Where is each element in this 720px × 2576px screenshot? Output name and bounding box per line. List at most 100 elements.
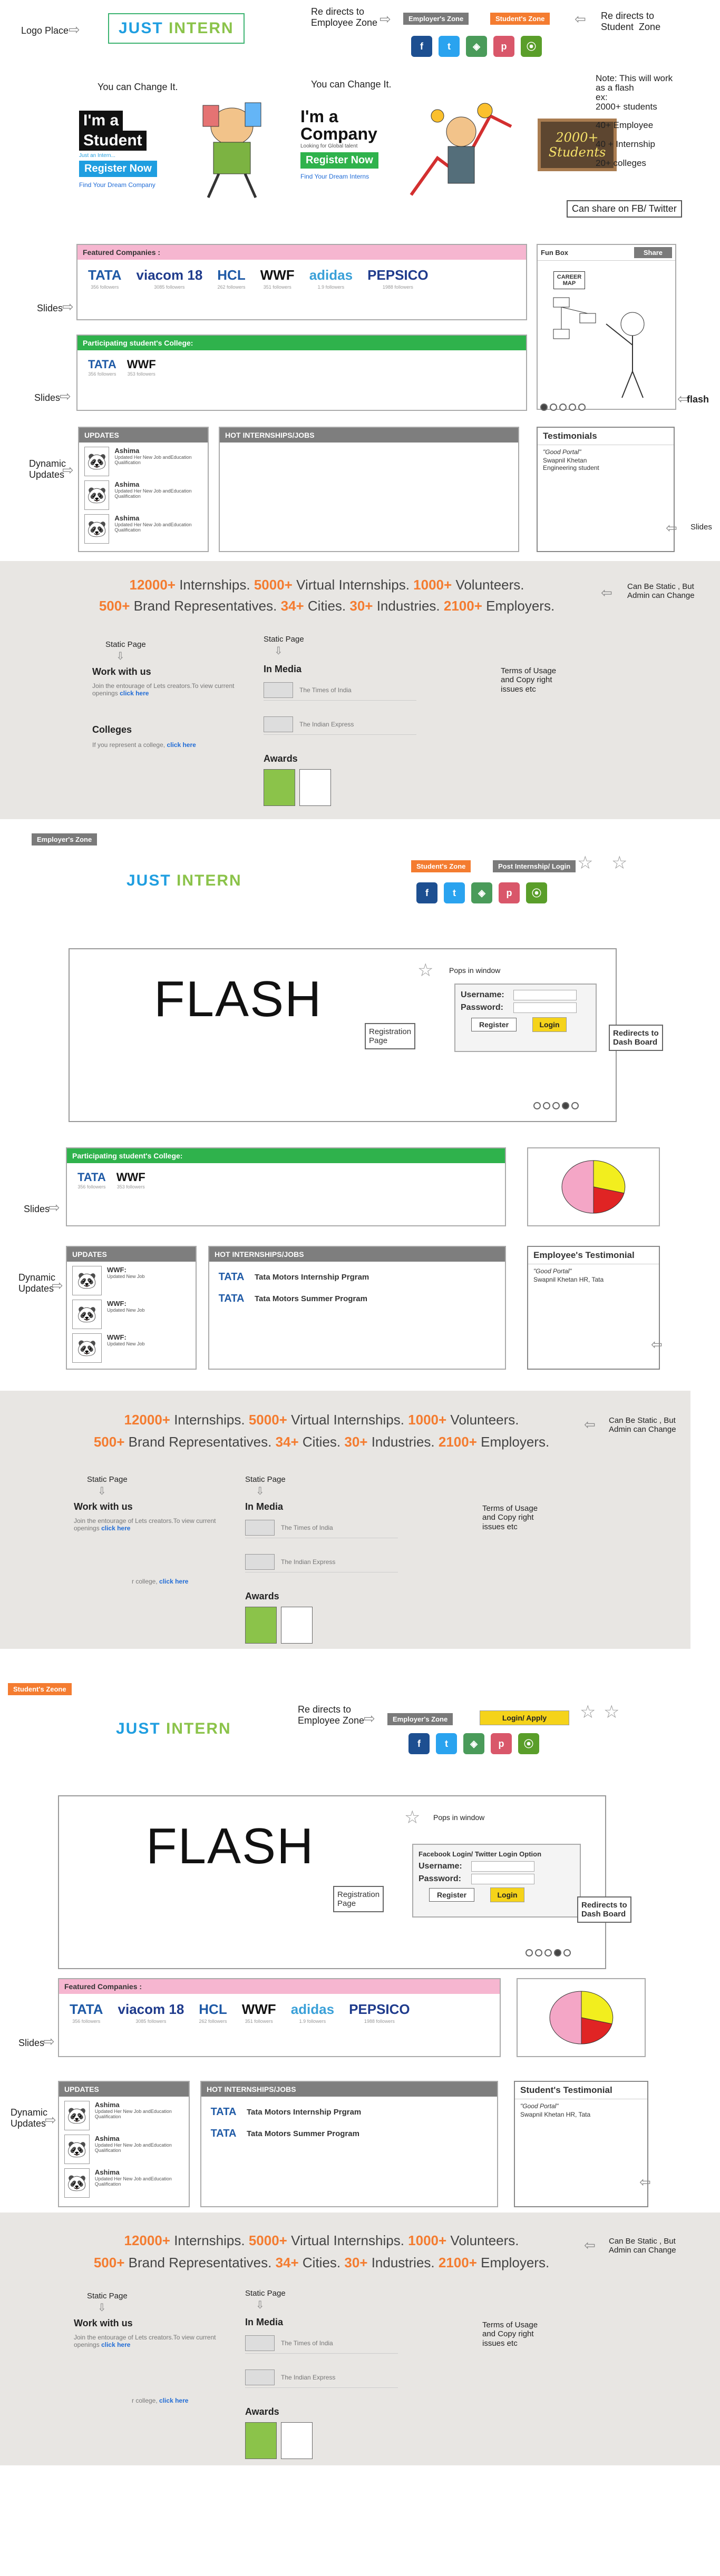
update-row[interactable]: 🐼 Ashima Updated Her New Job andEducation …	[64, 2168, 183, 2198]
facebook-icon[interactable]: f	[416, 882, 437, 903]
students-zone-button[interactable]: Student's Zone	[411, 860, 471, 872]
media-item[interactable]: The Times of India	[245, 2333, 398, 2354]
username-input[interactable]	[513, 990, 577, 1000]
company-logo[interactable]: viacom 18 3085 followers	[118, 2001, 184, 2024]
star-icon[interactable]: ☆	[611, 852, 627, 873]
twitter-icon[interactable]: t	[436, 1733, 457, 1754]
employers-zone-button[interactable]: Employer's Zone	[387, 1713, 453, 1725]
work-with-us-heading[interactable]: Work with us	[92, 666, 151, 677]
colleges-desc: r college, click here	[132, 1578, 188, 1585]
logo[interactable]: JUST INTERN	[127, 872, 242, 890]
update-detail: Updated New Job	[107, 1307, 145, 1313]
register-button[interactable]: Register	[471, 1018, 517, 1031]
facebook-icon[interactable]: f	[411, 36, 432, 57]
employers-zone-button[interactable]: Employer's Zone	[403, 13, 469, 25]
update-row[interactable]: 🐼 Ashima Updated Her New Job andEducation …	[84, 447, 202, 476]
pinterest-icon[interactable]: p	[491, 1733, 512, 1754]
register-button[interactable]: Register	[429, 1888, 475, 1902]
password-input[interactable]	[471, 1874, 534, 1884]
company-logo[interactable]: TATA 356 followers	[70, 2001, 103, 2024]
fun-box-share-button[interactable]: Share	[634, 247, 672, 258]
flash-pager[interactable]	[533, 1102, 581, 1112]
media-item[interactable]: The Times of India	[245, 1517, 398, 1538]
job-row[interactable]: TATA Tata Motors Summer Program	[216, 1293, 499, 1305]
college-logo[interactable]: WWF 353 followers	[116, 1171, 145, 1189]
college-name: WWF	[127, 358, 156, 371]
map-icon[interactable]: ◈	[463, 1733, 484, 1754]
work-with-us-heading[interactable]: Work with us	[74, 2318, 133, 2329]
star-icon[interactable]: ☆	[604, 1702, 619, 1723]
rss-icon[interactable]: ⦿	[518, 1733, 539, 1754]
update-row[interactable]: 🐼 Ashima Updated Her New Job andEducation …	[84, 514, 202, 544]
company-banner-link[interactable]: Find Your Dream Interns	[300, 173, 406, 180]
social-login-option[interactable]: Facebook Login/ Twitter Login Option	[419, 1850, 575, 1858]
newspaper-icon	[245, 2335, 275, 2351]
media-item[interactable]: The Indian Express	[264, 714, 416, 735]
awards-badges	[245, 1607, 313, 1644]
post-internship-button[interactable]: Post Internship/ Login	[493, 860, 576, 872]
employers-zone-label: Employer's Zone	[32, 833, 98, 845]
company-logo[interactable]: HCL 262 followers	[217, 267, 245, 290]
rss-icon[interactable]: ⦿	[526, 882, 547, 903]
media-item[interactable]: The Indian Express	[245, 2367, 398, 2388]
colleges-click-here-link[interactable]: click here	[167, 741, 196, 749]
fun-box-pager[interactable]	[540, 404, 588, 414]
college-logo[interactable]: TATA 356 followers	[88, 358, 116, 377]
company-logo[interactable]: PEPSICO 1988 followers	[349, 2001, 410, 2024]
logo[interactable]: JUST INTERN	[116, 1720, 231, 1738]
company-banner[interactable]: I'm a Company Looking for Global talent …	[300, 108, 406, 203]
map-icon[interactable]: ◈	[471, 882, 492, 903]
colleges-click-here-link[interactable]: click here	[159, 1578, 188, 1585]
job-row[interactable]: TATA Tata Motors Internship Prgram	[208, 2106, 491, 2118]
in-media-heading: In Media	[245, 1501, 284, 1512]
work-click-here-link[interactable]: click here	[101, 2341, 130, 2348]
colleges-click-here-link[interactable]: click here	[159, 2397, 188, 2404]
company-logo[interactable]: adidas 1.9 followers	[291, 2001, 334, 2024]
student-banner-link[interactable]: Find Your Dream Company	[79, 181, 184, 189]
pinterest-icon[interactable]: p	[499, 882, 520, 903]
colleges-heading[interactable]: Colleges	[92, 724, 132, 735]
company-logo[interactable]: viacom 18 3085 followers	[137, 267, 203, 290]
update-row[interactable]: 🐼 Ashima Updated Her New Job andEducation …	[64, 2101, 183, 2130]
login-apply-button[interactable]: Login/ Apply	[480, 1710, 569, 1725]
company-logo[interactable]: WWF 351 followers	[260, 267, 295, 290]
facebook-icon[interactable]: f	[408, 1733, 430, 1754]
update-row[interactable]: 🐼 Ashima Updated Her New Job andEducation …	[64, 2135, 183, 2164]
job-row[interactable]: TATA Tata Motors Summer Program	[208, 2128, 491, 2140]
static-note: Can Be Static , But Admin can Change	[627, 582, 695, 601]
work-with-us-heading[interactable]: Work with us	[74, 1501, 133, 1512]
password-input[interactable]	[513, 1002, 577, 1013]
college-logo[interactable]: TATA 356 followers	[77, 1171, 106, 1189]
testimonial-name: Swapnil Khetan HR, Tata	[520, 2111, 591, 2118]
username-input[interactable]	[471, 1861, 534, 1872]
update-row[interactable]: 🐼 WWF: Updated New Job	[72, 1333, 190, 1363]
newspaper-icon	[264, 716, 293, 732]
student-register-button[interactable]: Register Now	[79, 161, 157, 177]
job-row[interactable]: TATA Tata Motors Internship Prgram	[216, 1271, 499, 1283]
college-logo[interactable]: WWF 353 followers	[127, 358, 156, 377]
work-click-here-link[interactable]: click here	[120, 690, 149, 697]
update-row[interactable]: 🐼 WWF: Updated New Job	[72, 1300, 190, 1329]
twitter-icon[interactable]: t	[439, 36, 460, 57]
flash-pager[interactable]	[526, 1949, 573, 1959]
media-item[interactable]: The Times of India	[264, 680, 416, 701]
map-icon[interactable]: ◈	[466, 36, 487, 57]
logo[interactable]: JUST INTERN	[108, 13, 245, 44]
company-logo[interactable]: PEPSICO 1988 followers	[367, 267, 429, 290]
company-logo[interactable]: TATA 356 followers	[88, 267, 122, 290]
rss-icon[interactable]: ⦿	[521, 36, 542, 57]
company-logo[interactable]: adidas 1.9 followers	[309, 267, 353, 290]
company-logo[interactable]: WWF 351 followers	[242, 2001, 276, 2024]
login-button[interactable]: Login	[490, 1887, 524, 1902]
work-click-here-link[interactable]: click here	[101, 1525, 130, 1532]
update-row[interactable]: 🐼 Ashima Updated Her New Job andEducation …	[84, 480, 202, 510]
student-banner[interactable]: I'm a Student Just an Intern... Register…	[79, 111, 184, 203]
login-button[interactable]: Login	[532, 1017, 567, 1032]
pinterest-icon[interactable]: p	[493, 36, 514, 57]
students-zone-button[interactable]: Student's Zone	[490, 13, 550, 25]
media-item[interactable]: The Indian Express	[245, 1551, 398, 1572]
update-row[interactable]: 🐼 WWF: Updated New Job	[72, 1266, 190, 1295]
company-logo[interactable]: HCL 262 followers	[199, 2001, 227, 2024]
company-register-button[interactable]: Register Now	[300, 152, 378, 169]
twitter-icon[interactable]: t	[444, 882, 465, 903]
